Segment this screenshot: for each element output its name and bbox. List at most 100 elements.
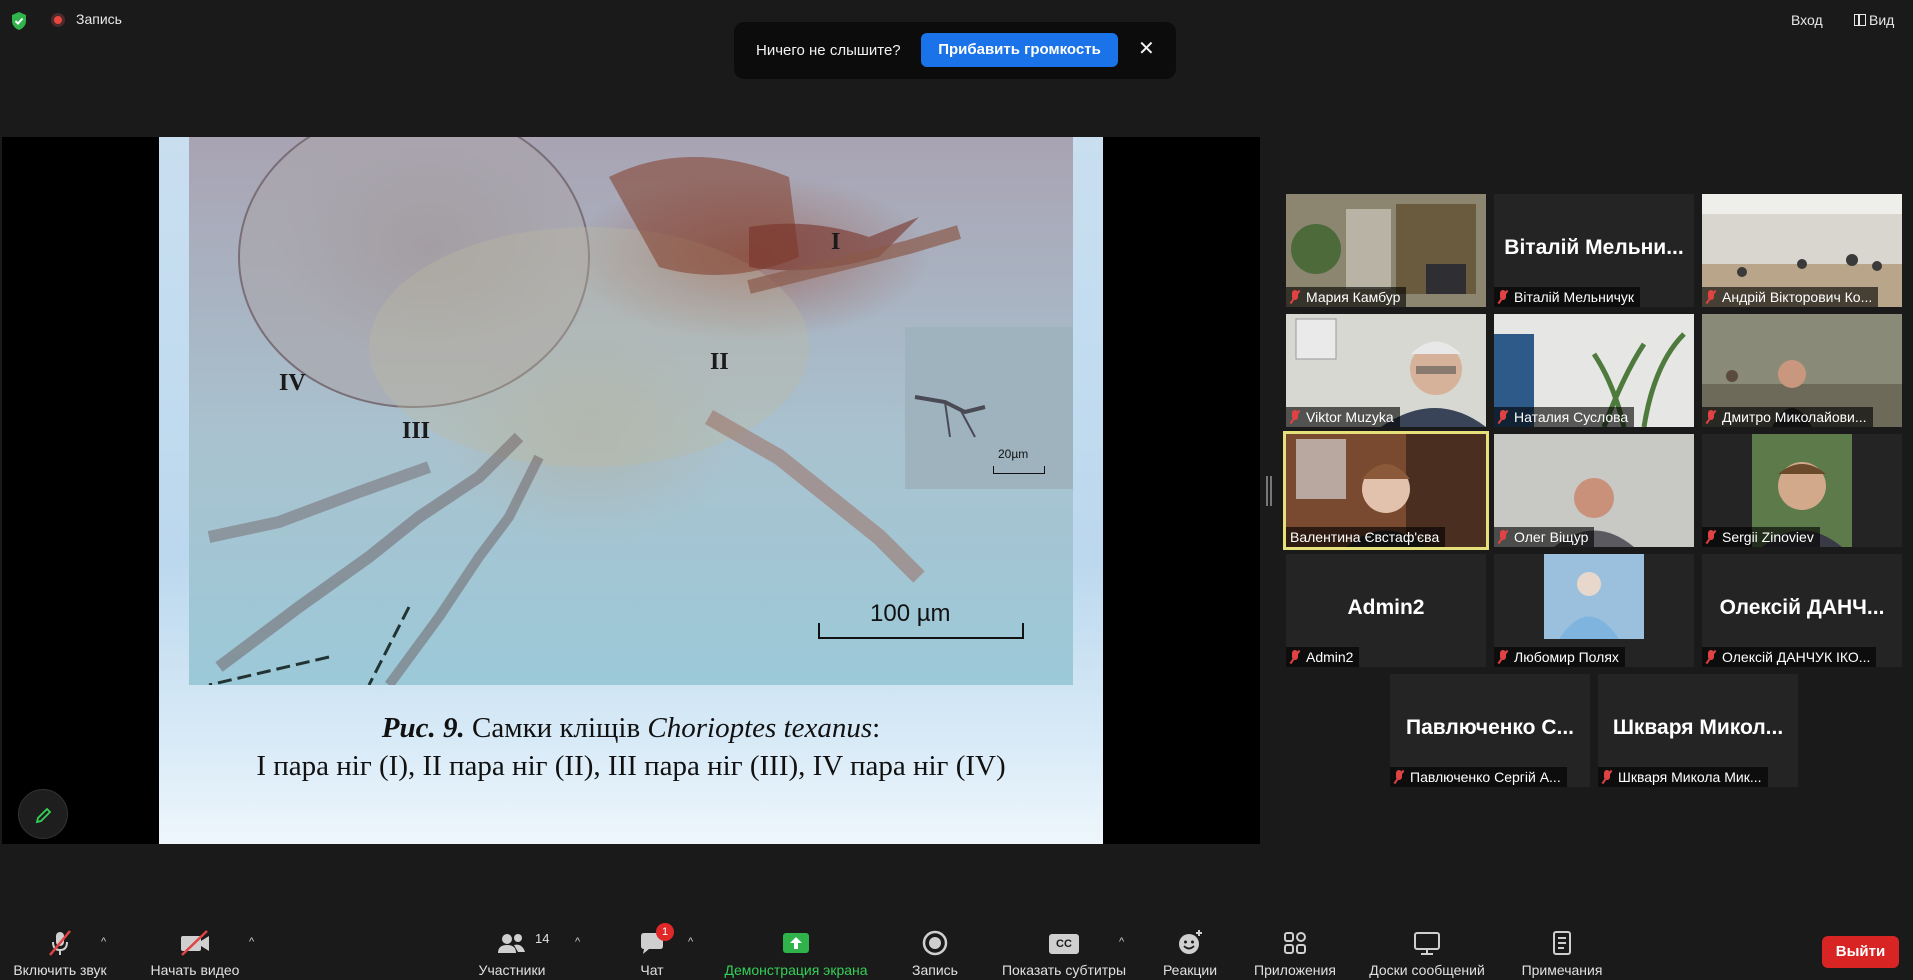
participant-tile[interactable]: Мария Камбур (1286, 194, 1486, 307)
mic-muted-icon (1706, 290, 1716, 303)
notes-icon (1553, 931, 1571, 955)
apps-label: Приложения (1254, 962, 1336, 978)
security-shield-icon[interactable] (10, 11, 28, 31)
share-screen-icon (783, 933, 809, 953)
leg-label-2: II (710, 349, 729, 375)
participant-name: Андрій Вікторович Ко... (1722, 289, 1873, 305)
leg-label-3: III (402, 418, 431, 444)
participant-tile[interactable]: Любомир Полях (1494, 554, 1694, 667)
participant-name-tag: Павлюченко Сергій А... (1390, 767, 1567, 787)
participant-name: Валентина Євстаф'єва (1290, 529, 1440, 545)
reactions-button[interactable]: Реакции (1155, 928, 1225, 978)
annotate-button[interactable] (18, 789, 68, 839)
participant-tile[interactable]: Наталия Суслова (1494, 314, 1694, 427)
participant-name: Наталия Суслова (1514, 409, 1629, 425)
participants-icon (498, 934, 525, 953)
participant-name: Павлюченко Сергій А... (1410, 769, 1561, 785)
participant-name: Шкваря Микола Мик... (1618, 769, 1762, 785)
participants-label: Участники (478, 962, 546, 978)
mic-muted-icon (1498, 410, 1508, 423)
participant-name: Олексій ДАНЧУК ІКО... (1722, 649, 1871, 665)
video-off-icon (181, 930, 209, 956)
participant-name: Sergii Zinoviev (1722, 529, 1814, 545)
participant-tile[interactable]: Sergii Zinoviev (1702, 434, 1902, 547)
participant-name-tag: Дмитро Миколайови... (1702, 407, 1873, 427)
leg-label-1: I (831, 229, 841, 255)
whiteboards-label: Доски сообщений (1369, 962, 1485, 978)
increase-volume-button[interactable]: Прибавить громкость (921, 33, 1118, 67)
captions-button[interactable]: CC Показать субтитры (994, 928, 1134, 978)
pencil-icon (35, 807, 52, 824)
mic-muted-icon (1706, 410, 1716, 423)
participant-tile[interactable]: Віталій Мельни... Віталій Мельничук (1494, 194, 1694, 307)
leave-meeting-button[interactable]: Выйти (1822, 936, 1899, 968)
mic-muted-icon (1498, 650, 1508, 663)
participant-name-tag: Валентина Євстаф'єва (1286, 527, 1446, 547)
unmute-button[interactable]: Включить звук (6, 928, 114, 978)
participants-count: 14 (535, 931, 550, 946)
audio-notice-text: Ничего не слышите? (756, 42, 901, 59)
participant-tile[interactable]: Валентина Євстаф'єва (1283, 431, 1489, 550)
presentation-slide: 20µm I II III IV 100 µm Рис. 9. Самки кл… (159, 137, 1103, 844)
record-label: Запись (912, 962, 958, 978)
participant-tile[interactable]: Admin2 Admin2 (1286, 554, 1486, 667)
captions-label: Показать субтитры (1001, 962, 1127, 978)
meeting-toolbar: Включить звук ^ Начать видео ^ Участники… (0, 910, 1913, 980)
record-button[interactable]: Запись (905, 928, 965, 978)
participant-name-tag: Віталій Мельничук (1494, 287, 1641, 307)
panel-resize-handle[interactable] (1266, 476, 1272, 506)
mic-muted-icon (1290, 410, 1300, 423)
participant-tile[interactable]: Олег Віщур (1494, 434, 1694, 547)
captions-options-caret[interactable]: ^ (1119, 936, 1124, 948)
participant-name: Олег Віщур (1514, 529, 1589, 545)
participant-tile[interactable]: Олексій ДАНЧ... Олексій ДАНЧУК ІКО... (1702, 554, 1902, 667)
participant-tile[interactable]: Павлюченко С... Павлюченко Сергій А... (1390, 674, 1590, 787)
record-icon (922, 930, 948, 956)
participant-avatar-name: Віталій Мельни... (1504, 236, 1684, 259)
signin-button[interactable]: Вход (1785, 10, 1829, 30)
recording-label: Запись (76, 11, 122, 27)
recording-icon (51, 13, 65, 27)
caption-figure: Рис. 9. (381, 712, 465, 744)
view-button[interactable]: Вид (1848, 10, 1900, 30)
chat-label: Чат (640, 962, 664, 978)
mic-muted-icon (1498, 530, 1508, 543)
caption-text: Самки кліщів (472, 712, 641, 744)
participant-tile[interactable]: Шкваря Микол... Шкваря Микола Мик... (1598, 674, 1798, 787)
share-screen-button[interactable]: Демонстрация экрана (716, 928, 876, 978)
scale-bar (818, 623, 1024, 639)
whiteboard-icon (1414, 932, 1440, 955)
microscope-image: 20µm I II III IV 100 µm (189, 137, 1073, 685)
notes-button[interactable]: Примечания (1514, 928, 1610, 978)
mic-muted-icon (1498, 290, 1508, 303)
participants-options-caret[interactable]: ^ (575, 936, 580, 948)
audio-options-caret[interactable]: ^ (101, 936, 106, 948)
participant-avatar-name: Шкваря Микол... (1612, 716, 1784, 739)
caption-species: Chorioptes texanus (647, 712, 873, 744)
participant-tile[interactable]: Viktor Muzyka (1286, 314, 1486, 427)
mic-muted-icon (1602, 770, 1612, 783)
participant-avatar-name: Павлюченко С... (1406, 716, 1574, 739)
close-icon[interactable]: ✕ (1138, 36, 1155, 61)
shared-screen: 20µm I II III IV 100 µm Рис. 9. Самки кл… (2, 137, 1260, 844)
participant-tile[interactable]: Дмитро Миколайови... (1702, 314, 1902, 427)
participant-name: Мария Камбур (1306, 289, 1401, 305)
start-video-label: Начать видео (150, 962, 240, 978)
view-grid-icon (1854, 14, 1866, 26)
mic-muted-icon (1290, 650, 1300, 663)
whiteboards-button[interactable]: Доски сообщений (1360, 928, 1494, 978)
participant-name: Віталій Мельничук (1514, 289, 1635, 305)
reactions-icon (1179, 930, 1202, 954)
captions-icon: CC (1049, 928, 1079, 958)
participant-name-tag: Олексій ДАНЧУК ІКО... (1702, 647, 1877, 667)
participant-name: Admin2 (1306, 649, 1354, 665)
notes-label: Примечания (1521, 962, 1603, 978)
captions-icon-text: CC (1049, 934, 1079, 954)
participant-tile[interactable]: Андрій Вікторович Ко... (1702, 194, 1902, 307)
caption-line-1: Рис. 9. Самки кліщів Chorioptes texanus: (159, 709, 1103, 747)
participant-avatar-name: Олексій ДАНЧ... (1719, 596, 1885, 619)
start-video-button[interactable]: Начать видео (145, 928, 245, 978)
chat-options-caret[interactable]: ^ (688, 936, 693, 948)
apps-button[interactable]: Приложения (1248, 928, 1342, 978)
video-options-caret[interactable]: ^ (249, 936, 254, 948)
